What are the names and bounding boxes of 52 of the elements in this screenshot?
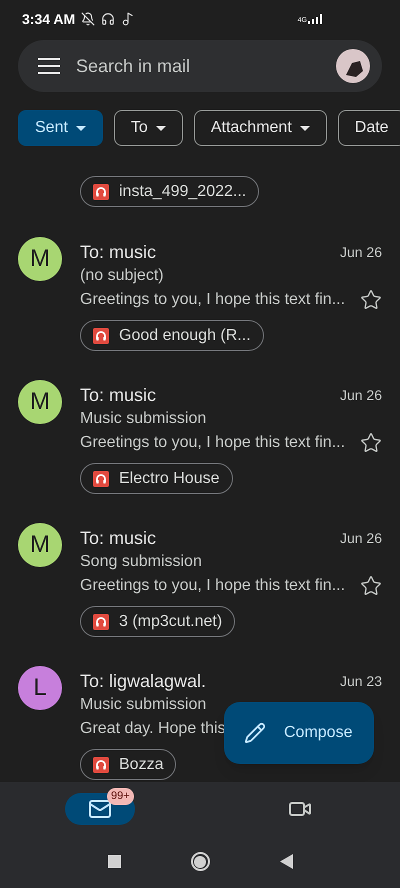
signal-icon [308, 14, 322, 24]
recipient: To: music [80, 526, 156, 550]
audio-file-icon [93, 470, 109, 486]
unread-badge: 99+ [107, 788, 134, 804]
status-time: 3:34 AM [22, 10, 76, 28]
home-button[interactable] [190, 852, 210, 871]
compose-button[interactable]: Compose [224, 702, 374, 764]
email-subject: Music submission [80, 695, 208, 715]
email-date: Jun 23 [340, 672, 382, 690]
music-note-icon [121, 12, 136, 26]
email-subject: (no subject) [80, 266, 165, 286]
pencil-icon [244, 722, 266, 744]
search-bar[interactable]: Search in mail [18, 40, 382, 92]
avatar: M [18, 380, 62, 424]
filter-chip[interactable]: Sent [18, 110, 103, 146]
back-button[interactable] [280, 854, 292, 869]
email-snippet: Great day. Hope this [80, 719, 226, 739]
email-snippet: Greetings to you, I hope this text fin... [80, 576, 346, 596]
email-date: Jun 26 [340, 528, 382, 548]
recipient: To: ligwalagwal. [80, 670, 206, 693]
headphones-icon [101, 12, 116, 26]
filter-chip[interactable]: Date [338, 110, 400, 146]
file-chip[interactable]: Good enough (R... [80, 320, 264, 351]
email-snippet: Greetings to you, I hope this text fin... [80, 433, 346, 453]
filter-chip[interactable]: To [114, 110, 183, 146]
recipient: To: music [80, 240, 156, 264]
audio-file-icon [93, 614, 109, 630]
avatar: M [18, 523, 62, 567]
email-date: Jun 26 [340, 386, 382, 404]
email-subject: Music submission [80, 409, 208, 429]
audio-file-icon [93, 756, 109, 772]
search-placeholder: Search in mail [76, 54, 192, 78]
muted-bell-icon [81, 12, 96, 26]
file-chip[interactable]: 3 (mp3cut.net) [80, 606, 236, 637]
filter-chip[interactable]: Attachment [194, 110, 327, 146]
email-subject: Song submission [80, 552, 203, 572]
email-snippet: Greetings to you, I hope this text fin... [80, 290, 346, 310]
audio-file-icon [93, 184, 109, 200]
avatar-icon[interactable] [336, 49, 370, 83]
file-chip[interactable]: Bozza [80, 749, 176, 780]
star-icon[interactable] [360, 432, 382, 454]
avatar: M [18, 237, 62, 281]
menu-icon[interactable] [38, 58, 60, 74]
star-icon[interactable] [360, 289, 382, 311]
file-chip[interactable]: Electro House [80, 463, 232, 494]
email-date: Jun 26 [340, 242, 382, 262]
avatar: L [18, 666, 62, 710]
audio-file-icon [93, 328, 109, 344]
star-icon[interactable] [360, 575, 382, 597]
recents-button[interactable] [108, 855, 120, 868]
file-chip[interactable]: insta_499_2022... [80, 176, 260, 207]
recipient: To: music [80, 384, 156, 406]
